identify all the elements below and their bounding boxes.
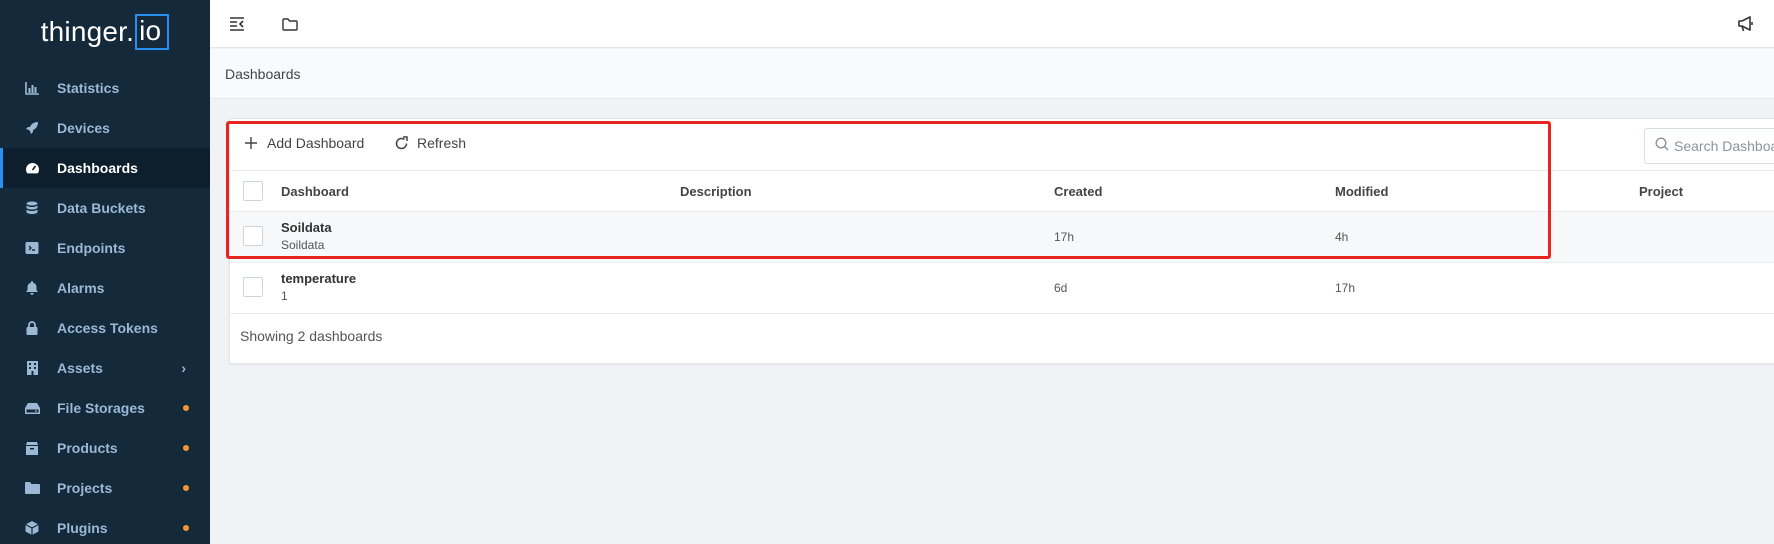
dashboard-created: 17h xyxy=(1054,230,1075,244)
sidebar-item-label: Alarms xyxy=(57,280,105,296)
add-dashboard-button[interactable]: Add Dashboard xyxy=(243,135,364,151)
search-input[interactable] xyxy=(1674,138,1774,154)
sidebar-item-label: File Storages xyxy=(57,400,145,416)
dashboard-name-link[interactable]: temperature xyxy=(281,271,356,286)
sidebar-item-products[interactable]: Products xyxy=(0,428,210,468)
sidebar-item-label: Assets xyxy=(57,360,103,376)
table-row[interactable]: Soildata Soildata 17h 4h xyxy=(230,212,1774,263)
sidebar-nav: Statistics Devices Dashboards Data Bucke… xyxy=(0,68,210,544)
chart-bar-icon xyxy=(24,80,40,96)
refresh-label: Refresh xyxy=(417,135,467,151)
column-header-created[interactable]: Created xyxy=(1054,184,1102,199)
sidebar-item-statistics[interactable]: Statistics xyxy=(0,68,210,108)
sidebar-item-dashboards[interactable]: Dashboards xyxy=(0,148,210,188)
search-box[interactable] xyxy=(1644,128,1774,164)
select-all-checkbox[interactable] xyxy=(243,181,263,201)
sidebar-item-label: Products xyxy=(57,440,118,456)
dashboards-panel: Add Dashboard Refresh Dashboard Descript… xyxy=(229,118,1774,364)
sidebar-item-access-tokens[interactable]: Access Tokens xyxy=(0,308,210,348)
table-row[interactable]: temperature 1 6d 17h xyxy=(230,263,1774,314)
folder-icon xyxy=(24,480,40,496)
table-footer-count: Showing 2 dashboards xyxy=(240,328,383,344)
refresh-icon xyxy=(393,135,409,151)
sidebar-item-devices[interactable]: Devices xyxy=(0,108,210,148)
rocket-icon xyxy=(24,120,40,136)
top-bar xyxy=(210,0,1774,48)
database-icon xyxy=(24,200,40,216)
notification-dot xyxy=(183,405,189,411)
sidebar-item-file-storages[interactable]: File Storages xyxy=(0,388,210,428)
hdd-icon xyxy=(24,400,40,416)
notification-dot xyxy=(183,485,189,491)
sidebar-toggle-icon[interactable] xyxy=(227,14,247,34)
sidebar-item-alarms[interactable]: Alarms xyxy=(0,268,210,308)
dashboard-id: Soildata xyxy=(281,238,325,252)
sidebar-item-assets[interactable]: Assets › xyxy=(0,348,210,388)
sidebar-item-label: Access Tokens xyxy=(57,320,158,336)
endpoint-icon xyxy=(24,240,40,256)
notification-dot xyxy=(183,445,189,451)
sidebar: thinger. io Statistics Devices Dashboards… xyxy=(0,0,210,544)
box-icon xyxy=(24,440,40,456)
refresh-button[interactable]: Refresh xyxy=(393,135,466,151)
cube-icon xyxy=(24,520,40,536)
table-header: Dashboard Description Created Modified P… xyxy=(230,171,1774,212)
sidebar-item-label: Endpoints xyxy=(57,240,126,256)
row-checkbox[interactable] xyxy=(243,226,263,246)
plus-icon xyxy=(243,135,259,151)
sidebar-item-label: Devices xyxy=(57,120,110,136)
toolbar: Add Dashboard Refresh xyxy=(230,119,1774,171)
lock-icon xyxy=(24,320,40,336)
dashboard-modified: 17h xyxy=(1335,281,1356,295)
gauge-icon xyxy=(24,160,40,176)
sidebar-item-label: Statistics xyxy=(57,80,120,96)
folder-icon[interactable] xyxy=(280,14,300,34)
announcement-icon[interactable] xyxy=(1736,14,1756,34)
search-icon xyxy=(1655,136,1669,156)
sidebar-item-endpoints[interactable]: Endpoints xyxy=(0,228,210,268)
dashboard-id: 1 xyxy=(281,289,288,303)
column-header-modified[interactable]: Modified xyxy=(1335,184,1388,199)
sidebar-item-label: Projects xyxy=(57,480,113,496)
chevron-right-icon: › xyxy=(181,360,186,376)
bell-icon xyxy=(24,280,40,296)
sidebar-item-data-buckets[interactable]: Data Buckets xyxy=(0,188,210,228)
sidebar-item-projects[interactable]: Projects xyxy=(0,468,210,508)
breadcrumb: Dashboards xyxy=(225,66,301,82)
logo-io: io xyxy=(135,14,170,50)
logo-text: thinger. xyxy=(40,16,135,47)
breadcrumb-bar: Dashboards xyxy=(210,49,1774,99)
dashboard-created: 6d xyxy=(1054,281,1068,295)
column-header-description[interactable]: Description xyxy=(680,184,752,199)
sidebar-item-plugins[interactable]: Plugins xyxy=(0,508,210,544)
notification-dot xyxy=(183,525,189,531)
logo[interactable]: thinger. io xyxy=(0,0,210,64)
sidebar-item-label: Data Buckets xyxy=(57,200,146,216)
column-header-dashboard[interactable]: Dashboard xyxy=(281,184,349,199)
add-dashboard-label: Add Dashboard xyxy=(267,135,365,151)
column-header-project[interactable]: Project xyxy=(1639,184,1683,199)
sidebar-item-label: Dashboards xyxy=(57,160,138,176)
building-icon xyxy=(24,360,40,376)
row-checkbox[interactable] xyxy=(243,277,263,297)
dashboard-name-link[interactable]: Soildata xyxy=(281,220,332,235)
dashboard-modified: 4h xyxy=(1335,230,1349,244)
sidebar-item-label: Plugins xyxy=(57,520,108,536)
